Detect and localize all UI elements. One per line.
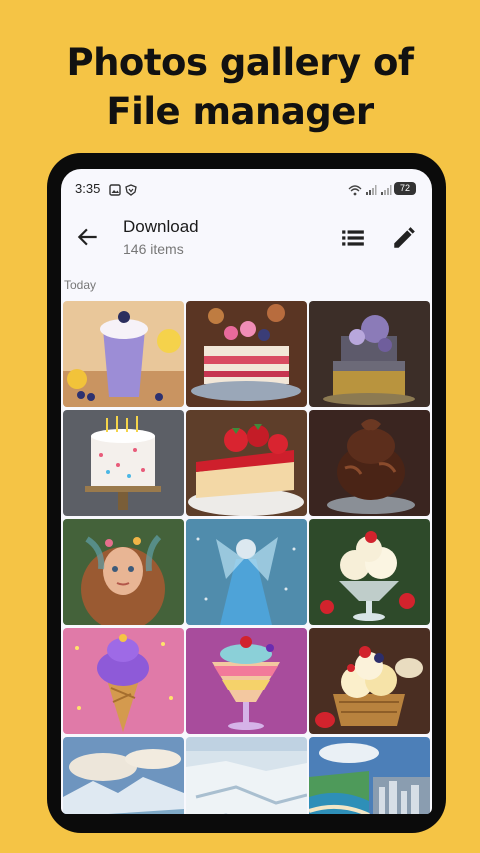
wifi-icon [348, 181, 362, 200]
photo-thumbnail[interactable] [186, 628, 307, 734]
signal-icon-1 [365, 181, 377, 200]
photo-thumbnail[interactable] [309, 737, 430, 814]
app-bar: Download 146 items [61, 207, 432, 273]
signal-icon-2 [380, 181, 392, 200]
photo-thumbnail[interactable] [63, 628, 184, 734]
battery-indicator: 72 [394, 182, 416, 195]
photo-thumbnail[interactable] [186, 519, 307, 625]
edit-pencil-icon[interactable] [391, 225, 417, 251]
status-bar: 3:35 72 [61, 169, 432, 207]
promo-headline: Photos gallery of File manager [0, 38, 480, 136]
photo-thumbnail[interactable] [309, 301, 430, 407]
photo-thumbnail[interactable] [63, 737, 184, 814]
item-count: 146 items [123, 241, 184, 257]
list-view-icon[interactable] [340, 225, 366, 251]
vpn-shield-icon [125, 181, 137, 200]
photo-thumbnail[interactable] [63, 410, 184, 516]
headline-line-2: File manager [106, 90, 374, 133]
photo-thumbnail[interactable] [63, 519, 184, 625]
photo-thumbnail[interactable] [309, 628, 430, 734]
photo-thumbnail[interactable] [63, 301, 184, 407]
headline-line-1: Photos gallery of [66, 41, 414, 84]
photo-thumbnail[interactable] [309, 410, 430, 516]
folder-title: Download [123, 217, 199, 236]
photo-thumbnail[interactable] [186, 301, 307, 407]
photo-thumbnail[interactable] [309, 519, 430, 625]
photo-thumbnail[interactable] [186, 737, 307, 814]
section-label-today: Today [64, 278, 97, 292]
back-arrow-icon[interactable] [75, 224, 101, 250]
photo-thumbnail[interactable] [186, 410, 307, 516]
status-time: 3:35 [75, 181, 101, 196]
gallery-notification-icon [109, 181, 121, 200]
phone-screen: 3:35 72 Download 146 items Today [61, 169, 432, 814]
